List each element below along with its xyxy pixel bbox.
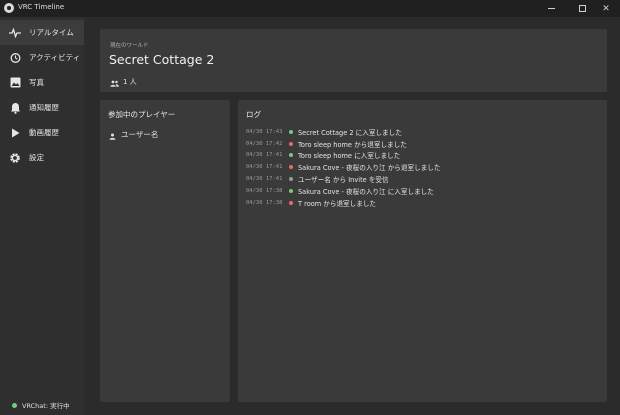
vrchat-status: VRChat: 実行中 (12, 400, 70, 410)
log-message: T room から退室しました (298, 199, 377, 208)
log-message: Toro sleep home から退室しました (298, 140, 407, 149)
pulse-icon (9, 27, 21, 39)
log-message: Sakura Cove - 夜桜の入り江 から退室しました (298, 164, 441, 173)
current-world-caption: 現在のワールド (110, 43, 149, 49)
minimize-icon (547, 8, 555, 9)
player-count-text: 1 人 (123, 77, 137, 86)
log-entry: 04/30 17:38 Sakura Cove - 夜桜の入り江 に入室しました (246, 185, 601, 197)
log-entry: 04/30 17:42 Toro sleep home から退室しました (246, 138, 601, 150)
players-title: 参加中のプレイヤー (108, 110, 176, 119)
sidebar-item-label: リアルタイム (29, 28, 74, 37)
log-entry: 04/30 17:38 T room から退室しました (246, 197, 601, 209)
status-indicator (12, 402, 17, 408)
close-icon: ✕ (602, 3, 610, 14)
window-title: VRC Timeline (18, 3, 65, 11)
log-status-dot (289, 141, 293, 146)
sidebar-item-label: 通知履歴 (29, 103, 59, 112)
log-list: 04/30 17:43 Secret Cottage 2 に入室しました 04/30… (246, 126, 601, 209)
title-bar: VRC Timeline ✕ (0, 0, 620, 17)
sidebar-item-label: アクティビティ (29, 53, 81, 62)
log-timestamp: 04/30 17:38 (246, 187, 283, 194)
log-timestamp: 04/30 17:38 (246, 199, 283, 206)
player-item[interactable]: ユーザー名 (109, 125, 158, 144)
log-status-dot (289, 200, 293, 205)
maximize-icon (578, 5, 586, 12)
log-entry: 04/30 17:41 Toro sleep home に入室しました (246, 150, 601, 162)
log-status-dot (289, 177, 293, 182)
sidebar-item-label: 動画履歴 (29, 128, 59, 137)
log-message: Sakura Cove - 夜桜の入り江 に入室しました (298, 187, 434, 196)
sidebar-item-label: 設定 (29, 153, 44, 162)
player-name: ユーザー名 (121, 130, 159, 139)
bell-icon (9, 102, 21, 114)
players-panel: 参加中のプレイヤー ユーザー名 (100, 100, 230, 402)
log-title: ログ (246, 110, 261, 119)
log-timestamp: 04/30 17:42 (246, 140, 283, 147)
people-icon (110, 72, 119, 91)
log-status-dot (289, 165, 293, 170)
log-entry: 04/30 17:41 Sakura Cove - 夜桜の入り江 から退室しました (246, 161, 601, 173)
sidebar-item-videos[interactable]: 動画履歴 (0, 120, 84, 145)
sidebar: リアルタイム アクティビティ 写真 通知履歴 動画履歴 設定 VRChat: 実… (0, 17, 84, 415)
sidebar-item-activity[interactable]: アクティビティ (0, 45, 84, 70)
minimize-button[interactable] (537, 0, 565, 17)
log-entry: 04/30 17:41 ユーザー名 から Invite を受信 (246, 173, 601, 185)
log-timestamp: 04/30 17:41 (246, 176, 283, 183)
log-message: ユーザー名 から Invite を受信 (298, 176, 389, 185)
current-world-panel: 現在のワールド Secret Cottage 2 1 人 (100, 29, 607, 92)
play-icon (9, 127, 21, 139)
image-icon (9, 77, 21, 89)
log-message: Toro sleep home に入室しました (298, 152, 401, 161)
close-button[interactable]: ✕ (592, 0, 620, 17)
log-status-dot (289, 188, 293, 193)
log-entry: 04/30 17:43 Secret Cottage 2 に入室しました (246, 126, 601, 138)
log-timestamp: 04/30 17:43 (246, 128, 283, 135)
player-count: 1 人 (110, 72, 137, 91)
person-icon (109, 125, 116, 144)
world-name: Secret Cottage 2 (109, 52, 215, 67)
log-status-dot (289, 153, 293, 158)
status-text: VRChat: 実行中 (22, 402, 70, 410)
log-status-dot (289, 129, 293, 134)
sidebar-item-notifications[interactable]: 通知履歴 (0, 95, 84, 120)
log-timestamp: 04/30 17:41 (246, 152, 283, 159)
history-icon (9, 52, 21, 64)
gear-icon (9, 152, 21, 164)
log-timestamp: 04/30 17:41 (246, 164, 283, 171)
sidebar-item-settings[interactable]: 設定 (0, 145, 84, 170)
log-message: Secret Cottage 2 に入室しました (298, 128, 402, 137)
log-panel: ログ 04/30 17:43 Secret Cottage 2 に入室しました 04… (238, 100, 607, 402)
sidebar-item-label: 写真 (29, 78, 44, 87)
sidebar-item-photos[interactable]: 写真 (0, 70, 84, 95)
sidebar-item-realtime[interactable]: リアルタイム (0, 20, 84, 45)
app-logo-icon (4, 3, 14, 13)
